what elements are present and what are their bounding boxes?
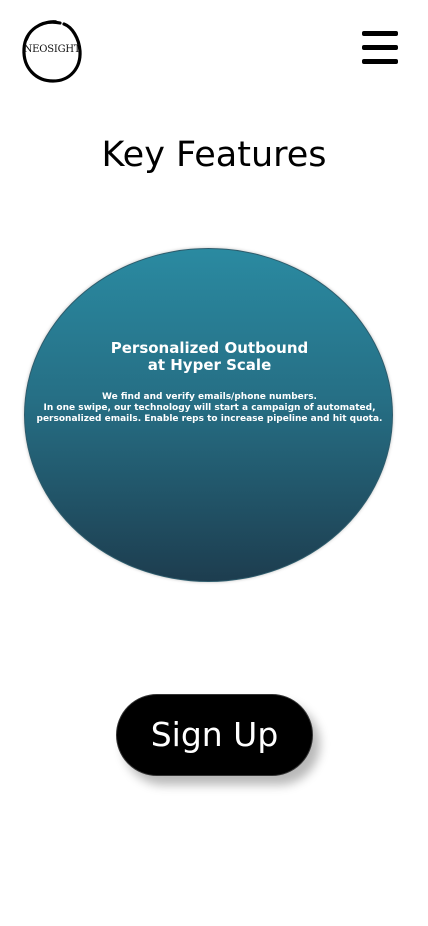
- logo-text: NEOSIGHT: [23, 44, 81, 55]
- feature-card: Personalized Outbound at Hyper Scale We …: [24, 248, 393, 582]
- hamburger-menu-icon[interactable]: [361, 31, 399, 65]
- feature-desc-line-2: In one swipe, our technology will start …: [43, 403, 376, 413]
- page-title: Key Features: [101, 135, 327, 175]
- feature-desc-line-3: personalized emails. Enable reps to incr…: [36, 414, 383, 424]
- menu-bar-bottom: [362, 59, 398, 64]
- menu-bar-top: [362, 31, 398, 36]
- feature-description: We find and verify emails/phone numbers.…: [25, 392, 394, 425]
- feature-title-line-1: Personalized Outbound: [110, 339, 309, 357]
- menu-bar-middle: [362, 45, 398, 50]
- feature-desc-line-1: We find and verify emails/phone numbers.: [102, 392, 317, 402]
- logo[interactable]: NEOSIGHT: [20, 18, 84, 84]
- feature-title-line-2: at Hyper Scale: [147, 356, 272, 374]
- sign-up-button[interactable]: Sign Up: [116, 694, 313, 776]
- feature-title: Personalized Outbound at Hyper Scale: [25, 340, 394, 374]
